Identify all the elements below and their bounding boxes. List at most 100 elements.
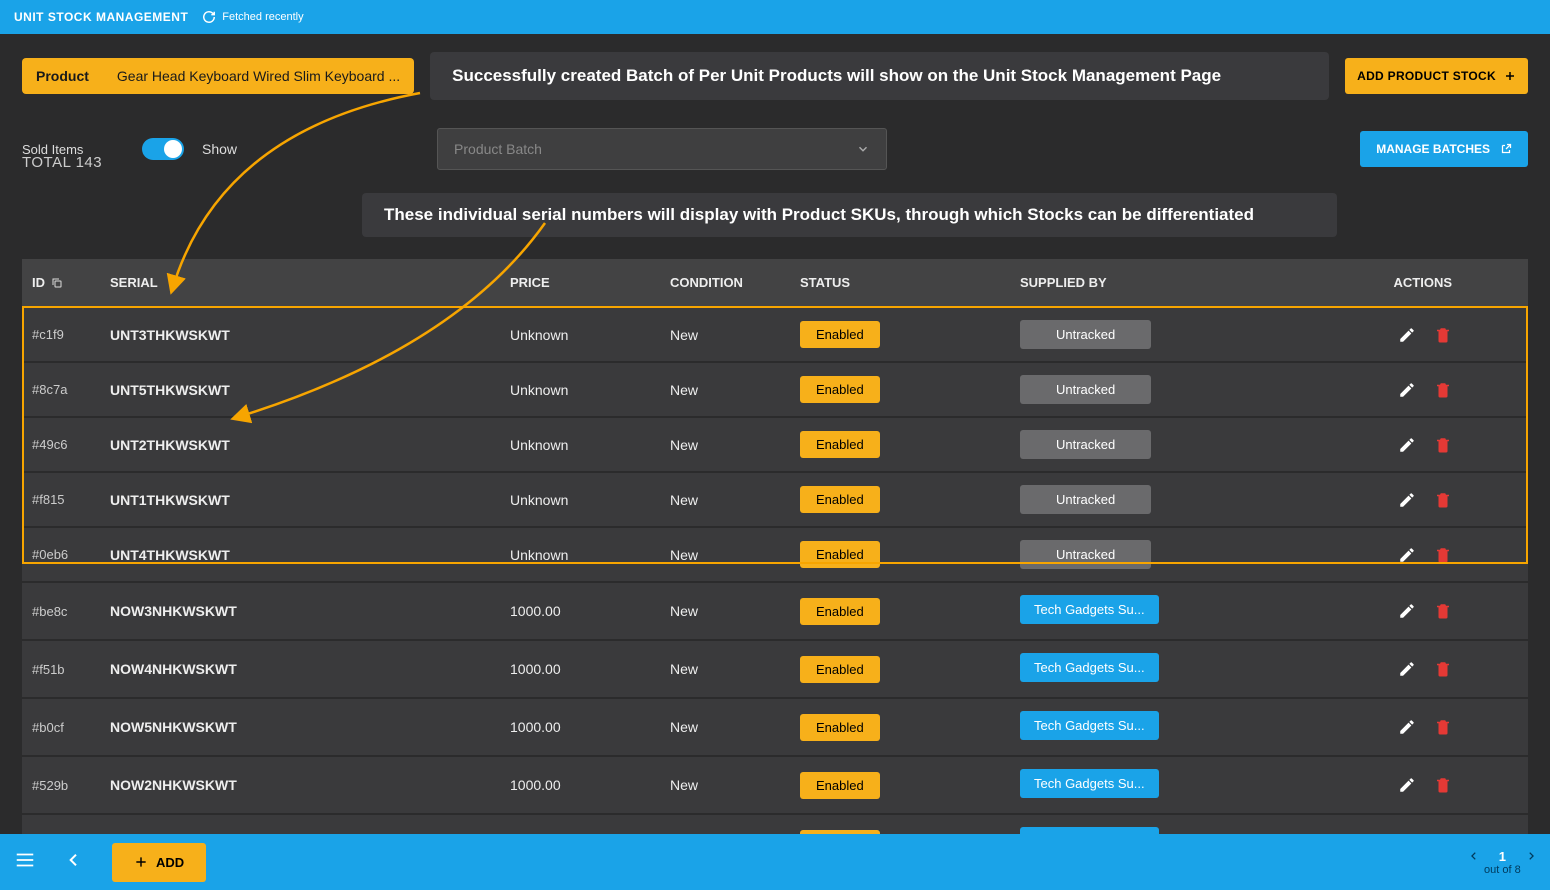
cell-price: 1000.00: [510, 719, 670, 735]
supplier-badge[interactable]: Tech Gadgets Su...: [1020, 769, 1159, 798]
cell-price: Unknown: [510, 327, 670, 343]
status-badge[interactable]: Enabled: [800, 772, 880, 799]
table-row: #b0cfNOW5NHKWSKWT1000.00NewEnabledTech G…: [22, 697, 1528, 755]
refresh-icon: [202, 10, 216, 24]
cell-condition: New: [670, 777, 800, 793]
edit-icon[interactable]: [1398, 776, 1416, 794]
supplier-untracked-badge[interactable]: Untracked: [1020, 375, 1151, 404]
table-row: #529bNOW2NHKWSKWT1000.00NewEnabledTech G…: [22, 755, 1528, 813]
cell-supplied-by: Untracked: [1020, 375, 1340, 404]
cell-id: #529b: [32, 778, 110, 793]
cell-id: #49c6: [32, 437, 110, 452]
status-badge[interactable]: Enabled: [800, 321, 880, 348]
status-badge[interactable]: Enabled: [800, 656, 880, 683]
delete-icon[interactable]: [1434, 602, 1452, 620]
edit-icon[interactable]: [1398, 326, 1416, 344]
supplier-badge[interactable]: Tech Gadgets Su...: [1020, 711, 1159, 740]
edit-icon[interactable]: [1398, 602, 1416, 620]
table-row: #c1f9UNT3THKWSKWTUnknownNewEnabledUntrac…: [22, 306, 1528, 361]
delete-icon[interactable]: [1434, 546, 1452, 564]
status-badge[interactable]: Enabled: [800, 598, 880, 625]
manage-batches-label: MANAGE BATCHES: [1376, 142, 1490, 156]
cell-serial: NOW4NHKWSKWT: [110, 661, 510, 677]
manage-batches-button[interactable]: MANAGE BATCHES: [1360, 131, 1528, 167]
cell-id: #8c7a: [32, 382, 110, 397]
add-product-stock-label: ADD PRODUCT STOCK: [1357, 69, 1496, 83]
cell-status: Enabled: [800, 431, 1020, 458]
cell-price: Unknown: [510, 437, 670, 453]
cell-status: Enabled: [800, 714, 1020, 741]
cell-supplied-by: Tech Gadgets Su...: [1020, 595, 1340, 627]
status-badge[interactable]: Enabled: [800, 376, 880, 403]
sold-items-toggle[interactable]: [142, 138, 184, 160]
refresh-status[interactable]: Fetched recently: [202, 10, 303, 24]
product-selector[interactable]: Product Gear Head Keyboard Wired Slim Ke…: [22, 58, 414, 94]
cell-condition: New: [670, 327, 800, 343]
add-button[interactable]: ADD: [112, 843, 206, 882]
edit-icon[interactable]: [1398, 660, 1416, 678]
edit-icon[interactable]: [1398, 381, 1416, 399]
cell-actions: [1340, 546, 1460, 564]
supplier-untracked-badge[interactable]: Untracked: [1020, 540, 1151, 569]
delete-icon[interactable]: [1434, 436, 1452, 454]
cell-supplied-by: Untracked: [1020, 430, 1340, 459]
cell-condition: New: [670, 719, 800, 735]
supplier-untracked-badge[interactable]: Untracked: [1020, 430, 1151, 459]
cell-condition: New: [670, 437, 800, 453]
cell-condition: New: [670, 603, 800, 619]
cell-serial: UNT3THKWSKWT: [110, 327, 510, 343]
supplier-badge[interactable]: Tech Gadgets Su...: [1020, 595, 1159, 624]
col-condition[interactable]: CONDITION: [670, 275, 800, 290]
cell-actions: [1340, 491, 1460, 509]
pager-current: 1: [1499, 849, 1506, 864]
cell-id: #f51b: [32, 662, 110, 677]
delete-icon[interactable]: [1434, 381, 1452, 399]
plus-icon: [1504, 70, 1516, 82]
delete-icon[interactable]: [1434, 660, 1452, 678]
cell-status: Enabled: [800, 772, 1020, 799]
col-serial[interactable]: SERIAL: [110, 275, 510, 290]
delete-icon[interactable]: [1434, 718, 1452, 736]
add-product-stock-button[interactable]: ADD PRODUCT STOCK: [1345, 58, 1528, 94]
status-badge[interactable]: Enabled: [800, 486, 880, 513]
refresh-label: Fetched recently: [222, 11, 303, 23]
status-badge[interactable]: Enabled: [800, 541, 880, 568]
status-badge[interactable]: Enabled: [800, 714, 880, 741]
edit-icon[interactable]: [1398, 491, 1416, 509]
delete-icon[interactable]: [1434, 491, 1452, 509]
cell-serial: UNT2THKWSKWT: [110, 437, 510, 453]
edit-icon[interactable]: [1398, 718, 1416, 736]
cell-price: 1000.00: [510, 777, 670, 793]
supplier-untracked-badge[interactable]: Untracked: [1020, 485, 1151, 514]
edit-icon[interactable]: [1398, 436, 1416, 454]
cell-price: Unknown: [510, 382, 670, 398]
delete-icon[interactable]: [1434, 776, 1452, 794]
toggle-knob: [164, 140, 182, 158]
cell-condition: New: [670, 492, 800, 508]
col-supplied-by[interactable]: SUPPLIED BY: [1020, 275, 1340, 290]
cell-serial: UNT1THKWSKWT: [110, 492, 510, 508]
cell-status: Enabled: [800, 376, 1020, 403]
product-pill-value: Gear Head Keyboard Wired Slim Keyboard .…: [103, 58, 414, 94]
delete-icon[interactable]: [1434, 326, 1452, 344]
status-badge[interactable]: Enabled: [800, 431, 880, 458]
back-icon[interactable]: [66, 852, 82, 873]
pager: 1 out of 8: [1469, 849, 1536, 876]
col-status[interactable]: STATUS: [800, 275, 1020, 290]
product-batch-select[interactable]: Product Batch: [437, 128, 887, 170]
sold-items-state: Show: [202, 141, 237, 157]
supplier-untracked-badge[interactable]: Untracked: [1020, 320, 1151, 349]
col-id[interactable]: ID: [32, 275, 110, 290]
pager-prev-icon[interactable]: [1469, 849, 1479, 864]
callout-top: Successfully created Batch of Per Unit P…: [430, 52, 1329, 100]
pager-next-icon[interactable]: [1526, 849, 1536, 864]
chevron-down-icon: [856, 142, 870, 156]
table-row: #f51bNOW4NHKWSKWT1000.00NewEnabledTech G…: [22, 639, 1528, 697]
cell-price: Unknown: [510, 492, 670, 508]
table-row: #be8cNOW3NHKWSKWT1000.00NewEnabledTech G…: [22, 581, 1528, 639]
col-price[interactable]: PRICE: [510, 275, 670, 290]
supplier-badge[interactable]: Tech Gadgets Su...: [1020, 653, 1159, 682]
edit-icon[interactable]: [1398, 546, 1416, 564]
hamburger-icon[interactable]: [14, 849, 36, 876]
cell-actions: [1340, 718, 1460, 736]
